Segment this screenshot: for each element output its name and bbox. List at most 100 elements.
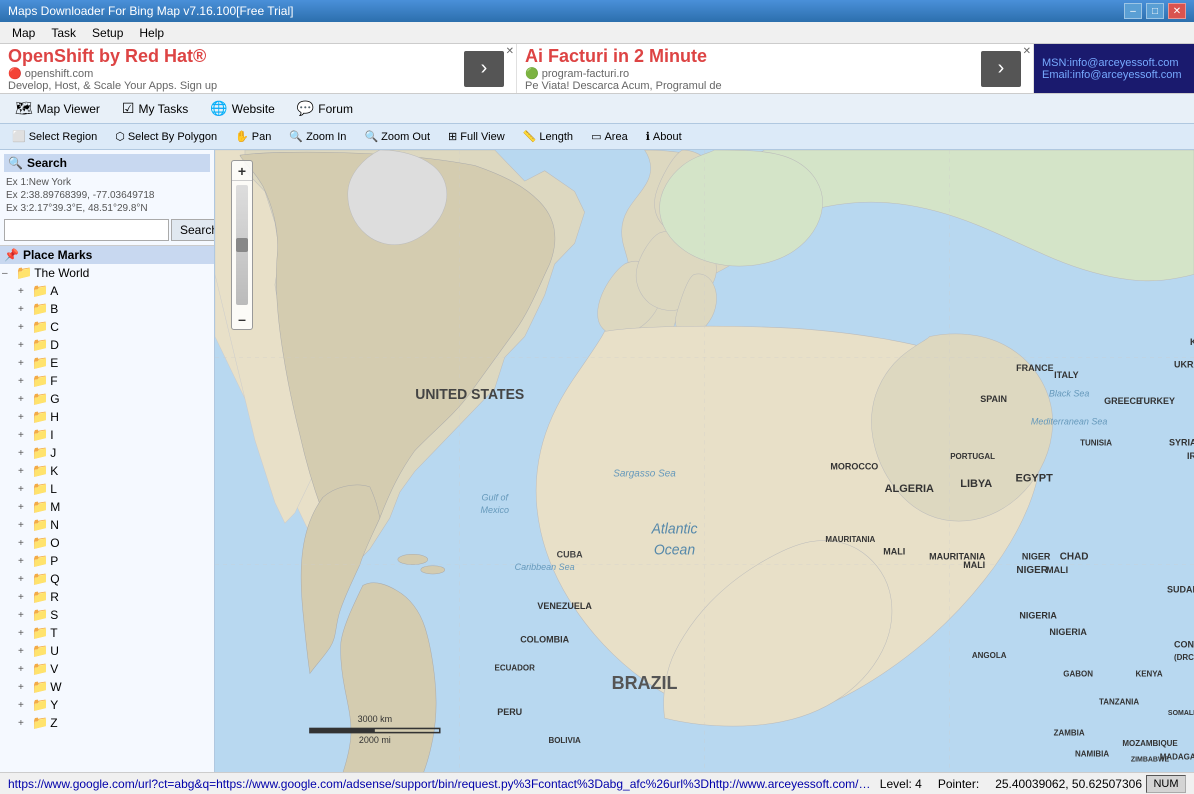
tree-label-K: K bbox=[50, 464, 214, 478]
tab-forum[interactable]: 💬 Forum bbox=[286, 97, 364, 121]
tree-item-T[interactable]: +📁T bbox=[0, 624, 214, 642]
full-view-button[interactable]: ⊞ Full View bbox=[440, 127, 513, 147]
tree-item-B[interactable]: +📁B bbox=[0, 300, 214, 318]
tree-item-M[interactable]: +📁M bbox=[0, 498, 214, 516]
tree-item-R[interactable]: +📁R bbox=[0, 588, 214, 606]
tree-label-H: H bbox=[50, 410, 214, 424]
pan-button[interactable]: ✋ Pan bbox=[227, 127, 279, 147]
tree-item-A[interactable]: +📁A bbox=[0, 282, 214, 300]
zoom-handle[interactable] bbox=[236, 238, 248, 252]
select-region-button[interactable]: ⬜ Select Region bbox=[4, 127, 105, 147]
tree-item-U[interactable]: +📁U bbox=[0, 642, 214, 660]
ad-left-subtitle: 🔴 openshift.com bbox=[8, 67, 460, 80]
contact-email: Email:info@arceyessoft.com bbox=[1042, 69, 1186, 81]
tree-label-W: W bbox=[50, 680, 214, 694]
tree-item-P[interactable]: +📁P bbox=[0, 552, 214, 570]
tree-item-D[interactable]: +📁D bbox=[0, 336, 214, 354]
tree-item-L[interactable]: +📁L bbox=[0, 480, 214, 498]
tree-toggle-M: + bbox=[18, 502, 30, 513]
app-title: Maps Downloader For Bing Map v7.16.100[F… bbox=[8, 4, 293, 18]
search-button[interactable]: Search bbox=[171, 219, 215, 241]
tree-item-G[interactable]: +📁G bbox=[0, 390, 214, 408]
close-button[interactable]: ✕ bbox=[1168, 3, 1186, 19]
menu-setup[interactable]: Setup bbox=[84, 24, 131, 42]
tree-item-F[interactable]: +📁F bbox=[0, 372, 214, 390]
tree-item-Z[interactable]: +📁Z bbox=[0, 714, 214, 732]
ad-right-desc: Pe Viata! Descarca Acum, Programul de bbox=[525, 80, 977, 92]
tab-my-tasks[interactable]: ☑ My Tasks bbox=[111, 97, 199, 121]
folder-icon-O: 📁 bbox=[32, 535, 48, 551]
ad-left-close[interactable]: ✕ bbox=[506, 46, 514, 57]
svg-text:Black Sea: Black Sea bbox=[1049, 389, 1089, 399]
toolbar: 🗺 Map Viewer ☑ My Tasks 🌐 Website 💬 Foru… bbox=[0, 94, 1194, 124]
tree-item-V[interactable]: +📁V bbox=[0, 660, 214, 678]
zoom-plus-button[interactable]: + bbox=[232, 161, 252, 181]
tree-item-world[interactable]: – 📁 The World bbox=[0, 264, 214, 282]
tab-website[interactable]: 🌐 Website bbox=[199, 97, 286, 121]
tree-label-I: I bbox=[50, 428, 214, 442]
zoom-in-button[interactable]: 🔍 Zoom In bbox=[281, 127, 354, 147]
length-button[interactable]: 📏 Length bbox=[515, 127, 581, 147]
length-icon: 📏 bbox=[523, 130, 537, 143]
ad-right-close[interactable]: ✕ bbox=[1023, 46, 1031, 57]
search-example-3: Ex 3:2.17°39.3°E, 48.51°29.8°N bbox=[4, 202, 210, 215]
ad-left-arrow[interactable]: › bbox=[464, 51, 504, 87]
svg-text:MALI: MALI bbox=[883, 546, 905, 556]
menu-help[interactable]: Help bbox=[131, 24, 172, 42]
tree-item-I[interactable]: +📁I bbox=[0, 426, 214, 444]
tree-item-Y[interactable]: +📁Y bbox=[0, 696, 214, 714]
minimize-button[interactable]: – bbox=[1124, 3, 1142, 19]
tree-item-H[interactable]: +📁H bbox=[0, 408, 214, 426]
tree-toggle-V: + bbox=[18, 664, 30, 675]
area-button[interactable]: ▭ Area bbox=[583, 127, 636, 147]
contact-msn: MSN:info@arceyessoft.com bbox=[1042, 57, 1186, 69]
tree-toggle-R: + bbox=[18, 592, 30, 603]
folder-icon-S: 📁 bbox=[32, 607, 48, 623]
zoom-minus-button[interactable]: – bbox=[232, 309, 252, 329]
window-controls: – □ ✕ bbox=[1124, 3, 1186, 19]
status-info: Level: 4 Pointer: 25.40039062, 50.625073… bbox=[872, 777, 1142, 791]
menu-task[interactable]: Task bbox=[43, 24, 84, 42]
svg-text:TURKEY: TURKEY bbox=[1138, 396, 1175, 406]
tree-label-D: D bbox=[50, 338, 214, 352]
search-example-1: Ex 1:New York bbox=[4, 176, 210, 189]
tree-toggle-P: + bbox=[18, 556, 30, 567]
tree-item-J[interactable]: +📁J bbox=[0, 444, 214, 462]
svg-text:UKRAINE: UKRAINE bbox=[1174, 360, 1194, 370]
placemarks-section: 📌 Place Marks – 📁 The World +📁A+📁B+📁C+📁D… bbox=[0, 246, 214, 772]
tab-map-viewer[interactable]: 🗺 Map Viewer bbox=[4, 97, 111, 121]
search-input[interactable] bbox=[4, 219, 169, 241]
about-button[interactable]: ℹ About bbox=[638, 127, 690, 147]
folder-icon-F: 📁 bbox=[32, 373, 48, 389]
tab-map-viewer-label: Map Viewer bbox=[37, 102, 100, 116]
tree-item-W[interactable]: +📁W bbox=[0, 678, 214, 696]
tree-item-E[interactable]: +📁E bbox=[0, 354, 214, 372]
tree-item-K[interactable]: +📁K bbox=[0, 462, 214, 480]
tree-item-Q[interactable]: +📁Q bbox=[0, 570, 214, 588]
select-polygon-button[interactable]: ⬡ Select By Polygon bbox=[107, 127, 225, 147]
ad-bar: OpenShift by Red Hat® 🔴 openshift.com De… bbox=[0, 44, 1194, 94]
ad-left-title: OpenShift by Red Hat® bbox=[8, 46, 460, 67]
folder-icon-H: 📁 bbox=[32, 409, 48, 425]
ad-right-arrow[interactable]: › bbox=[981, 51, 1021, 87]
tree-label-M: M bbox=[50, 500, 214, 514]
svg-text:TUNISIA: TUNISIA bbox=[1080, 438, 1112, 447]
tree-toggle-A: + bbox=[18, 286, 30, 297]
tree-item-C[interactable]: +📁C bbox=[0, 318, 214, 336]
tree-label-O: O bbox=[50, 536, 214, 550]
tree-toggle-D: + bbox=[18, 340, 30, 351]
svg-text:MAURITANIA: MAURITANIA bbox=[825, 535, 875, 544]
svg-text:EGYPT: EGYPT bbox=[1016, 473, 1053, 485]
menu-map[interactable]: Map bbox=[4, 24, 43, 42]
svg-text:ECUADOR: ECUADOR bbox=[495, 663, 535, 672]
ad-right-title: Ai Facturi in 2 Minute bbox=[525, 46, 977, 67]
tree-item-S[interactable]: +📁S bbox=[0, 606, 214, 624]
map-area[interactable]: UNITED STATES BRAZIL SOUTH AMERICA Atlan… bbox=[215, 150, 1194, 772]
maximize-button[interactable]: □ bbox=[1146, 3, 1164, 19]
zoom-out-button[interactable]: 🔍 Zoom Out bbox=[356, 127, 438, 147]
tree-item-N[interactable]: +📁N bbox=[0, 516, 214, 534]
ad-left-content: OpenShift by Red Hat® 🔴 openshift.com De… bbox=[8, 46, 460, 92]
tree-item-O[interactable]: +📁O bbox=[0, 534, 214, 552]
svg-text:GABON: GABON bbox=[1063, 669, 1093, 678]
ad-left: OpenShift by Red Hat® 🔴 openshift.com De… bbox=[0, 44, 517, 93]
